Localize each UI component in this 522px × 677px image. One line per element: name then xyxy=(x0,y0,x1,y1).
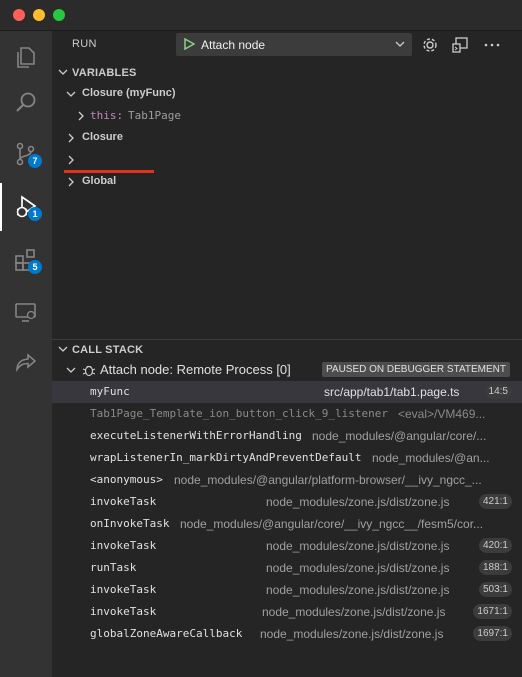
variable-value: Tab1Page xyxy=(128,109,181,122)
frame-source: node_modules/@angular/platform-browser/_… xyxy=(174,473,482,487)
frame-position: 1697:1 xyxy=(473,626,512,641)
chevron-right-icon xyxy=(68,177,74,187)
vscode-window: 7 1 5 RUN Attach node VARIABLES Closure … xyxy=(0,0,522,677)
frame-function: runTask xyxy=(90,561,137,574)
frame-source: node_modules/zone.js/dist/zone.js xyxy=(266,495,450,509)
chevron-down-icon xyxy=(395,41,405,47)
activity-remote-explorer[interactable] xyxy=(0,286,52,338)
scope-global[interactable]: Global xyxy=(52,171,522,193)
frame-source: node_modules/zone.js/dist/zone.js xyxy=(262,605,446,619)
launch-config-select[interactable]: Attach node xyxy=(176,33,412,56)
stack-frame[interactable]: globalZoneAwareCallback node_modules/zon… xyxy=(52,623,522,645)
run-view-title: RUN xyxy=(72,38,97,50)
activity-source-control[interactable]: 7 xyxy=(0,128,52,180)
run-debug-sidebar: RUN Attach node VARIABLES Closure (myFun… xyxy=(52,31,522,677)
bug-icon xyxy=(82,365,96,377)
session-name: Attach node: Remote Process [0] xyxy=(100,362,291,377)
debug-session[interactable]: Attach node: Remote Process [0] PAUSED O… xyxy=(52,359,522,381)
chevron-right-icon xyxy=(78,111,84,121)
frame-position: 503:1 xyxy=(478,582,512,597)
frame-source: node_modules/zone.js/dist/zone.js xyxy=(266,561,450,575)
scope-label: Closure (myFunc) xyxy=(82,87,176,99)
scope-label: Closure xyxy=(82,131,123,143)
frame-source: src/app/tab1/tab1.page.ts xyxy=(324,385,460,399)
files-icon xyxy=(17,47,35,68)
more-actions-icon[interactable] xyxy=(482,35,502,55)
stack-frame[interactable]: Tab1Page_Template_ion_button_click_9_lis… xyxy=(52,403,522,425)
frame-source: node_modules/@angular/core/__ivy_ngcc__/… xyxy=(180,517,484,531)
activity-explorer[interactable] xyxy=(0,31,52,83)
launch-config-name: Attach node xyxy=(201,38,266,52)
frame-function: wrapListenerIn_markDirtyAndPreventDefaul… xyxy=(90,451,362,464)
frame-source: node_modules/zone.js/dist/zone.js xyxy=(266,583,450,597)
frame-source: node_modules/@an... xyxy=(372,451,490,465)
stack-frame[interactable]: onInvokeTask node_modules/@angular/core/… xyxy=(52,513,522,535)
frame-function: globalZoneAwareCallback xyxy=(90,627,243,640)
stack-frame[interactable]: invokeTask node_modules/zone.js/dist/zon… xyxy=(52,535,522,557)
stack-frame[interactable]: invokeTask node_modules/zone.js/dist/zon… xyxy=(52,601,522,623)
close-window-button[interactable] xyxy=(13,9,25,21)
frame-function: invokeTask xyxy=(90,583,157,596)
variables-title: VARIABLES xyxy=(72,67,137,79)
remote-icon xyxy=(15,303,36,322)
activity-search[interactable] xyxy=(0,77,52,129)
chevron-right-icon xyxy=(68,133,74,143)
scope-closure-myfunc[interactable]: Closure (myFunc) xyxy=(52,83,522,105)
debug-console-icon[interactable] xyxy=(450,35,470,55)
debug-toolbar: RUN Attach node xyxy=(52,31,522,59)
frame-position: 188:1 xyxy=(478,560,512,575)
frame-source: node_modules/zone.js/dist/zone.js xyxy=(266,539,450,553)
frame-function: invokeTask xyxy=(90,495,157,508)
zoom-window-button[interactable] xyxy=(53,9,65,21)
frame-function: invokeTask xyxy=(90,539,157,552)
paused-badge: PAUSED ON DEBUGGER STATEMENT xyxy=(321,362,510,377)
debug-badge: 1 xyxy=(28,207,42,221)
stack-frame[interactable]: executeListenerWithErrorHandling node_mo… xyxy=(52,425,522,447)
start-debugging-icon[interactable] xyxy=(183,38,195,50)
stack-frame[interactable]: invokeTask node_modules/zone.js/dist/zon… xyxy=(52,491,522,513)
frame-position: 14:5 xyxy=(484,384,512,399)
source-control-badge: 7 xyxy=(28,154,42,168)
chevron-down-icon xyxy=(66,367,76,373)
scope-empty[interactable] xyxy=(52,149,522,171)
chevron-down-icon xyxy=(66,91,76,97)
stack-frame[interactable]: runTask node_modules/zone.js/dist/zone.j… xyxy=(52,557,522,579)
chevron-down-icon xyxy=(58,69,68,75)
stack-frame[interactable]: wrapListenerIn_markDirtyAndPreventDefaul… xyxy=(52,447,522,469)
frame-position: 421:1 xyxy=(478,494,512,509)
call-stack-title: CALL STACK xyxy=(72,344,144,356)
minimize-window-button[interactable] xyxy=(33,9,45,21)
stack-frame[interactable]: <anonymous> node_modules/@angular/platfo… xyxy=(52,469,522,491)
stack-frame[interactable]: invokeTask node_modules/zone.js/dist/zon… xyxy=(52,579,522,601)
frame-source: node_modules/zone.js/dist/zone.js xyxy=(260,627,444,641)
frame-position: 1671:1 xyxy=(473,604,512,619)
activity-live-share[interactable] xyxy=(0,338,52,390)
frame-function: myFunc xyxy=(90,385,130,398)
gear-icon[interactable] xyxy=(420,35,440,55)
activity-bar: 7 1 5 xyxy=(0,31,52,677)
chevron-right-icon xyxy=(68,155,74,165)
frame-function: <anonymous> xyxy=(90,473,163,486)
frame-source: <eval>/VM469... xyxy=(398,407,486,421)
activity-extensions[interactable]: 5 xyxy=(0,234,52,286)
variable-this[interactable]: this: Tab1Page xyxy=(52,105,522,127)
share-icon xyxy=(16,353,37,373)
chevron-down-icon xyxy=(58,346,68,352)
variable-name: this: xyxy=(90,109,124,122)
frame-position: 420:1 xyxy=(478,538,512,553)
frame-function: onInvokeTask xyxy=(90,517,170,530)
call-stack-header[interactable]: CALL STACK xyxy=(52,339,522,361)
frame-function: invokeTask xyxy=(90,605,157,618)
scope-label: Global xyxy=(82,175,117,187)
frame-function: executeListenerWithErrorHandling xyxy=(90,429,302,442)
frame-source: node_modules/@angular/core/... xyxy=(312,429,487,443)
extensions-badge: 5 xyxy=(28,260,42,274)
activity-run-debug[interactable]: 1 xyxy=(0,181,52,233)
variables-header[interactable]: VARIABLES xyxy=(52,62,522,84)
frame-function: Tab1Page_Template_ion_button_click_9_lis… xyxy=(90,407,389,420)
stack-frame[interactable]: myFunc src/app/tab1/tab1.page.ts 14:5 xyxy=(52,381,522,403)
title-bar xyxy=(0,0,522,31)
scope-closure[interactable]: Closure xyxy=(52,127,522,149)
search-icon xyxy=(16,92,36,112)
